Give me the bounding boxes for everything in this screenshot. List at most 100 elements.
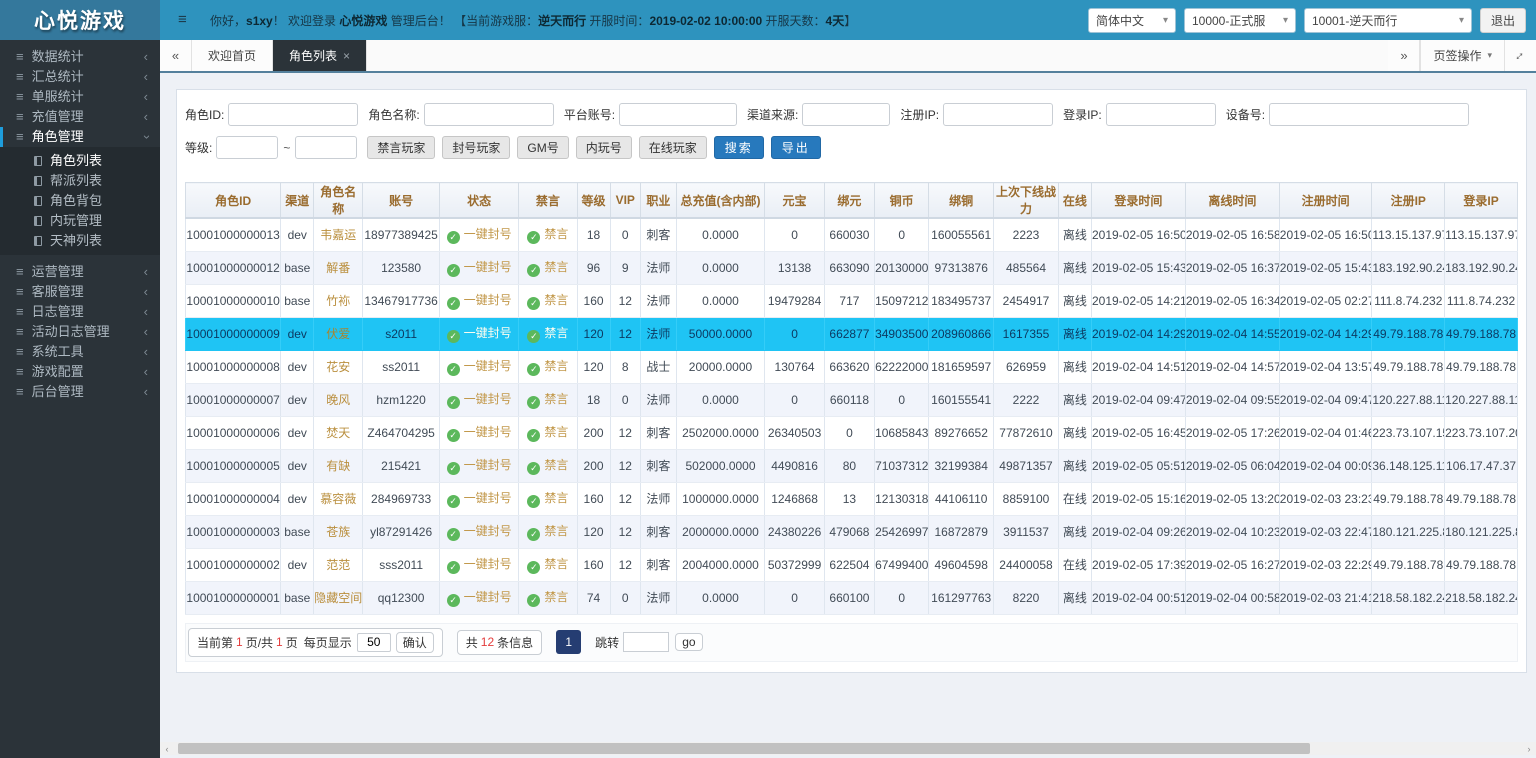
sidebar-subitem-role-bag[interactable]: 角色背包 [0,191,160,211]
tab-welcome[interactable]: 欢迎首页 [192,40,273,71]
table-row[interactable]: 10001000000001base隐藏空间qq12300✓一键封号✓禁言740… [186,581,1518,614]
sidebar-item-log-management[interactable]: ≡ 日志管理 ‹ [0,302,160,322]
list-icon: ≡ [16,67,24,87]
online-players-button[interactable]: 在线玩家 [639,136,707,159]
cell-ban-status[interactable]: ✓一键封号 [439,581,518,614]
cell-bind-copper: 44106110 [929,482,994,515]
ban-players-button[interactable]: 封号玩家 [442,136,510,159]
export-button[interactable]: 导出 [771,136,821,159]
cell-login-time: 2019-02-05 15:43:08 [1091,251,1185,284]
tab-role-list[interactable]: 角色列表 × [273,40,367,71]
sidebar-item-single-server-stats[interactable]: ≡ 单服统计 ‹ [0,87,160,107]
cell-ban-status[interactable]: ✓一键封号 [439,449,518,482]
tabs-scroll-right-button[interactable]: » [1388,40,1420,71]
cell-role-name: 慕容薇 [314,482,363,515]
cell-total-recharge: 20000.0000 [676,350,765,383]
confirm-page-size-button[interactable]: 确认 [396,632,434,653]
sidebar-item-role-management[interactable]: ≡ 角色管理 ‹ [0,127,160,147]
register-ip-input[interactable] [943,103,1053,126]
cell-mute-status[interactable]: ✓禁言 [519,317,577,350]
sidebar-subitem-gang-list[interactable]: 帮派列表 [0,171,160,191]
close-icon[interactable]: × [343,49,350,63]
table-row[interactable]: 10001000000002dev范范sss2011✓一键封号✓禁言16012刺… [186,548,1518,581]
gm-account-button[interactable]: GM号 [517,136,568,159]
hamburger-icon[interactable]: ≡ [178,13,196,27]
cell-ban-status[interactable]: ✓一键封号 [439,416,518,449]
sidebar-subitem-role-list[interactable]: 角色列表 [0,151,160,171]
sidebar-item-data-stats[interactable]: ≡ 数据统计 ‹ [0,47,160,67]
cell-mute-status[interactable]: ✓禁言 [519,251,577,284]
table-row[interactable]: 10001000000004dev慕容薇284969733✓一键封号✓禁言160… [186,482,1518,515]
sidebar-item-backend-management[interactable]: ≡ 后台管理 ‹ [0,382,160,402]
horizontal-scrollbar[interactable]: ‹ › [160,742,1536,755]
inner-account-button[interactable]: 内玩号 [576,136,632,159]
fullscreen-icon[interactable]: ↕ [1504,40,1536,71]
sidebar-item-customer-service[interactable]: ≡ 客服管理 ‹ [0,282,160,302]
page-size-input[interactable] [357,633,391,652]
device-id-input[interactable] [1269,103,1469,126]
sidebar-item-recharge-management[interactable]: ≡ 充值管理 ‹ [0,107,160,127]
jump-page-input[interactable] [623,632,669,652]
table-row[interactable]: 10001000000009dev伏爱s2011✓一键封号✓禁言12012法师5… [186,317,1518,350]
table-row[interactable]: 10001000000012base解番123580✓一键封号✓禁言969法师0… [186,251,1518,284]
search-button[interactable]: 搜索 [714,136,764,159]
mute-players-button[interactable]: 禁言玩家 [367,136,435,159]
cell-offline-time: 2019-02-04 09:55:19 [1185,383,1279,416]
level-min-input[interactable] [216,136,278,159]
role-name-input[interactable] [424,103,554,126]
cell-mute-status[interactable]: ✓禁言 [519,548,577,581]
cell-mute-status[interactable]: ✓禁言 [519,383,577,416]
cell-account: sss2011 [363,548,440,581]
cell-mute-status[interactable]: ✓禁言 [519,515,577,548]
sidebar-item-system-tools[interactable]: ≡ 系统工具 ‹ [0,342,160,362]
cell-ban-status[interactable]: ✓一键封号 [439,218,518,251]
scroll-left-arrow-icon[interactable]: ‹ [160,744,174,754]
cell-mute-status[interactable]: ✓禁言 [519,218,577,251]
login-ip-input[interactable] [1106,103,1216,126]
table-row[interactable]: 10001000000008dev花安ss2011✓一键封号✓禁言1208战士2… [186,350,1518,383]
cell-register-ip: 113.15.137.97 [1372,218,1445,251]
cell-ban-status[interactable]: ✓一键封号 [439,284,518,317]
table-row[interactable]: 10001000000007dev晚风hzm1220✓一键封号✓禁言180法师0… [186,383,1518,416]
cell-mute-status[interactable]: ✓禁言 [519,350,577,383]
cell-last-offline-power: 485564 [994,251,1059,284]
cell-mute-status[interactable]: ✓禁言 [519,581,577,614]
table-row[interactable]: 10001000000006dev焚天Z464704295✓一键封号✓禁言200… [186,416,1518,449]
go-button[interactable]: go [675,633,702,651]
cell-ban-status[interactable]: ✓一键封号 [439,548,518,581]
language-select[interactable]: 简体中文 ▾ [1088,8,1176,33]
platform-account-input[interactable] [619,103,737,126]
table-row[interactable]: 10001000000003base苍族yl87291426✓一键封号✓禁言12… [186,515,1518,548]
cell-ban-status[interactable]: ✓一键封号 [439,383,518,416]
total-pages: 1 [276,635,283,649]
cell-ban-status[interactable]: ✓一键封号 [439,515,518,548]
sidebar-item-operations[interactable]: ≡ 运营管理 ‹ [0,262,160,282]
logout-button[interactable]: 退出 [1480,8,1526,33]
cell-mute-status[interactable]: ✓禁言 [519,416,577,449]
sidebar-item-summary-stats[interactable]: ≡ 汇总统计 ‹ [0,67,160,87]
tab-operations-dropdown[interactable]: 页签操作 ▾ [1420,40,1504,71]
sidebar-subitem-god-list[interactable]: 天神列表 [0,231,160,251]
cell-ban-status[interactable]: ✓一键封号 [439,317,518,350]
role-id-input[interactable] [228,103,358,126]
cell-ban-status[interactable]: ✓一键封号 [439,350,518,383]
sidebar-item-activity-log[interactable]: ≡ 活动日志管理 ‹ [0,322,160,342]
cell-mute-status[interactable]: ✓禁言 [519,482,577,515]
sidebar-item-game-config[interactable]: ≡ 游戏配置 ‹ [0,362,160,382]
table-row[interactable]: 10001000000005dev有缺215421✓一键封号✓禁言20012刺客… [186,449,1518,482]
table-row[interactable]: 10001000000010base竹袮13467917736✓一键封号✓禁言1… [186,284,1518,317]
cell-mute-status[interactable]: ✓禁言 [519,284,577,317]
level-max-input[interactable] [295,136,357,159]
scrollbar-thumb[interactable] [178,743,1310,754]
channel-source-input[interactable] [802,103,890,126]
scroll-right-arrow-icon[interactable]: › [1522,744,1536,754]
tabs-scroll-left-button[interactable]: « [160,40,192,71]
cell-ban-status[interactable]: ✓一键封号 [439,482,518,515]
page-number-button[interactable]: 1 [556,630,581,654]
server-group-select[interactable]: 10000-正式服 ▾ [1184,8,1296,33]
cell-ban-status[interactable]: ✓一键封号 [439,251,518,284]
cell-mute-status[interactable]: ✓禁言 [519,449,577,482]
table-row[interactable]: 10001000000013dev韦嘉运18977389425✓一键封号✓禁言1… [186,218,1518,251]
server-select[interactable]: 10001-逆天而行 ▾ [1304,8,1472,33]
sidebar-subitem-inner-play[interactable]: 内玩管理 [0,211,160,231]
